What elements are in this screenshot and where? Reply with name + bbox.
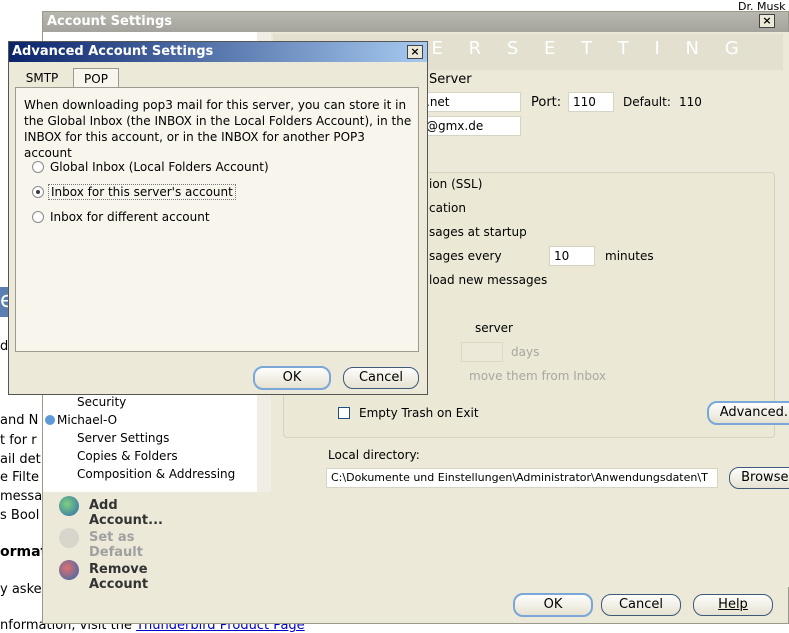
bg-fragment-3: t for r: [0, 433, 37, 448]
bg-fragment-4: ail det: [0, 452, 41, 467]
local-directory-label: Local directory:: [328, 448, 420, 462]
tree-item-server-settings[interactable]: Server Settings: [77, 431, 169, 445]
advanced-ok-button[interactable]: OK: [253, 366, 331, 390]
check-every-label: sages every: [429, 249, 502, 263]
tree-item-copies-folders[interactable]: Copies & Folders: [77, 449, 178, 463]
advanced-dialog-title: Advanced Account Settings: [12, 44, 214, 59]
user-name-input[interactable]: @gmx.de: [421, 116, 521, 136]
ssl-label: ion (SSL): [429, 177, 483, 191]
bg-fragment-5: e Filte: [0, 470, 39, 485]
auth-label: cation: [429, 201, 466, 215]
pop-tab-panel: When downloading pop3 mail for this serv…: [15, 87, 419, 352]
local-directory-input[interactable]: C:\Dokumente und Einstellungen\Administr…: [326, 468, 718, 488]
bg-fragment-2: and N: [0, 413, 39, 428]
check-startup-label: sages at startup: [429, 225, 527, 239]
close-icon[interactable]: ×: [759, 14, 775, 28]
bg-fragment-6: messa: [0, 489, 43, 504]
empty-trash-checkbox[interactable]: [338, 407, 350, 419]
global-inbox-label: Global Inbox (Local Folders Account): [50, 160, 269, 174]
server-inbox-label: Inbox for this server's account: [48, 184, 236, 200]
help-button[interactable]: Help: [693, 594, 773, 616]
globe-remove-icon: [59, 560, 79, 580]
different-inbox-radio[interactable]: [32, 211, 44, 223]
days-label: days: [511, 345, 540, 359]
port-label: Port:: [531, 95, 562, 110]
leave-on-server-label: server: [475, 321, 513, 335]
download-label: load new messages: [429, 273, 548, 287]
tree-item-composition[interactable]: Composition & Addressing: [77, 467, 235, 481]
tree-item-security[interactable]: Security: [77, 395, 126, 409]
server-heading: Server: [429, 72, 472, 87]
bg-fragment-9: y aske: [0, 582, 42, 597]
minutes-label: minutes: [605, 249, 654, 263]
default-port-value: 110: [679, 95, 702, 109]
tree-item-account[interactable]: Michael-O: [45, 413, 117, 427]
advanced-cancel-button[interactable]: Cancel: [343, 367, 419, 389]
collapse-icon[interactable]: [45, 415, 55, 425]
globe-add-icon: [59, 496, 79, 516]
advanced-button[interactable]: Advanced...: [707, 401, 789, 425]
global-inbox-radio[interactable]: [32, 161, 44, 173]
port-input[interactable]: 110: [568, 92, 614, 112]
ok-button[interactable]: OK: [513, 593, 593, 617]
account-settings-title: Account Settings: [47, 14, 173, 29]
different-inbox-label: Inbox for different account: [50, 210, 210, 224]
browse-button[interactable]: Browse...: [729, 467, 789, 489]
account-settings-titlebar: Account Settings ×: [43, 12, 788, 32]
days-input[interactable]: [461, 342, 503, 362]
advanced-close-icon[interactable]: ×: [407, 45, 423, 59]
server-inbox-radio[interactable]: [32, 186, 44, 198]
default-port-label: Default:: [623, 95, 671, 109]
bg-fragment-8: ormat: [0, 544, 48, 560]
empty-trash-label: Empty Trash on Exit: [359, 406, 479, 420]
bg-fragment-7: s Bool: [0, 508, 40, 523]
remove-from-inbox-label: move them from Inbox: [469, 369, 607, 383]
advanced-account-dialog: Advanced Account Settings × SMTP POP Whe…: [8, 41, 428, 395]
tab-smtp[interactable]: SMTP: [17, 68, 67, 88]
advanced-dialog-titlebar: Advanced Account Settings ×: [9, 42, 427, 62]
globe-default-icon: [59, 528, 79, 548]
cancel-button[interactable]: Cancel: [601, 594, 681, 616]
minutes-input[interactable]: 10: [549, 246, 595, 266]
tab-pop[interactable]: POP: [73, 68, 119, 88]
account-actions: Add Account... Set as Default Remove Acc…: [43, 492, 271, 592]
server-name-input[interactable]: .net: [421, 92, 521, 112]
pop-description: When downloading pop3 mail for this serv…: [24, 98, 412, 160]
